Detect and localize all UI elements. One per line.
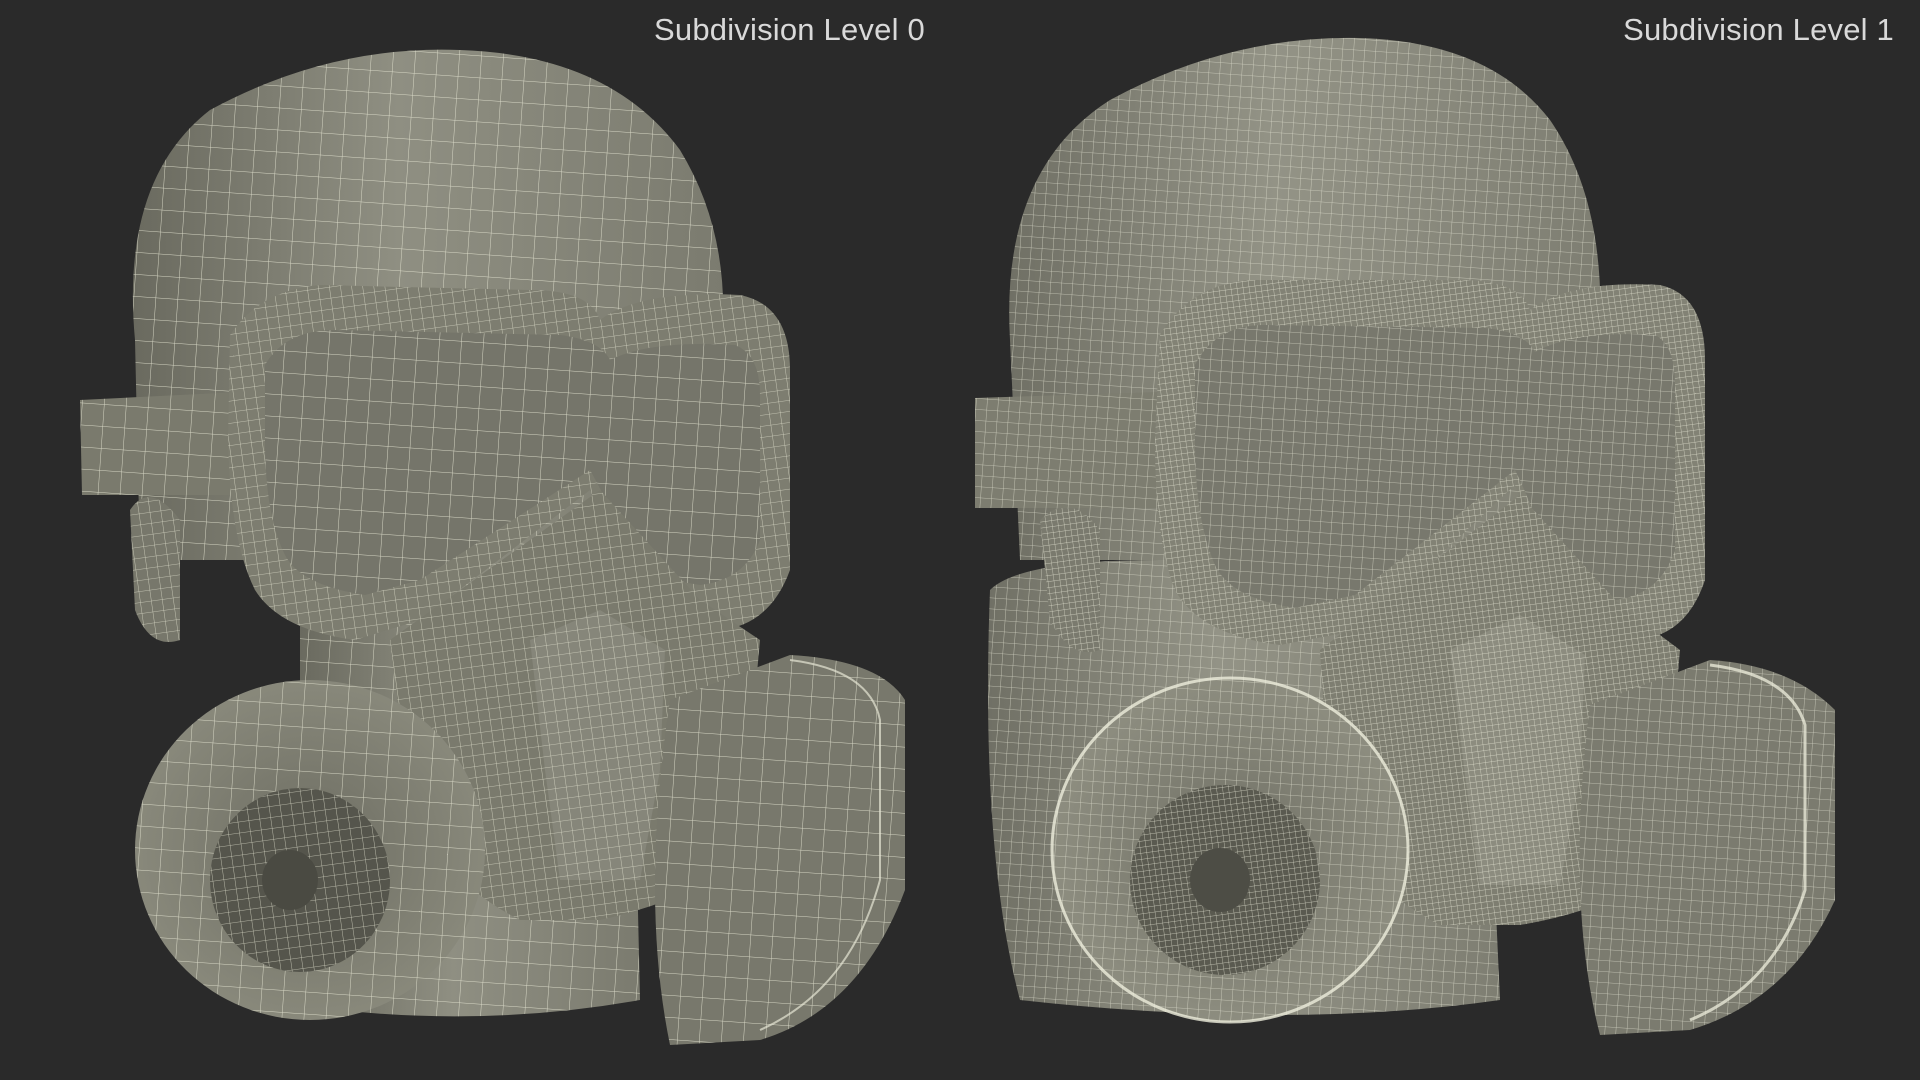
left-filter-cartridge bbox=[135, 680, 485, 1020]
gas-mask-model-level-1 bbox=[975, 37, 1835, 1035]
right-filter-cartridge bbox=[655, 655, 905, 1045]
goggle-strap bbox=[975, 392, 1160, 508]
right-filter-cartridge bbox=[1579, 660, 1835, 1035]
left-filter-cartridge bbox=[1050, 676, 1410, 1024]
ear bbox=[130, 497, 180, 642]
gas-mask-model-level-0 bbox=[80, 49, 905, 1045]
goggle-strap bbox=[80, 392, 240, 495]
viewport: Subdivision Level 0 Subdivision Level 1 bbox=[0, 0, 1920, 1080]
